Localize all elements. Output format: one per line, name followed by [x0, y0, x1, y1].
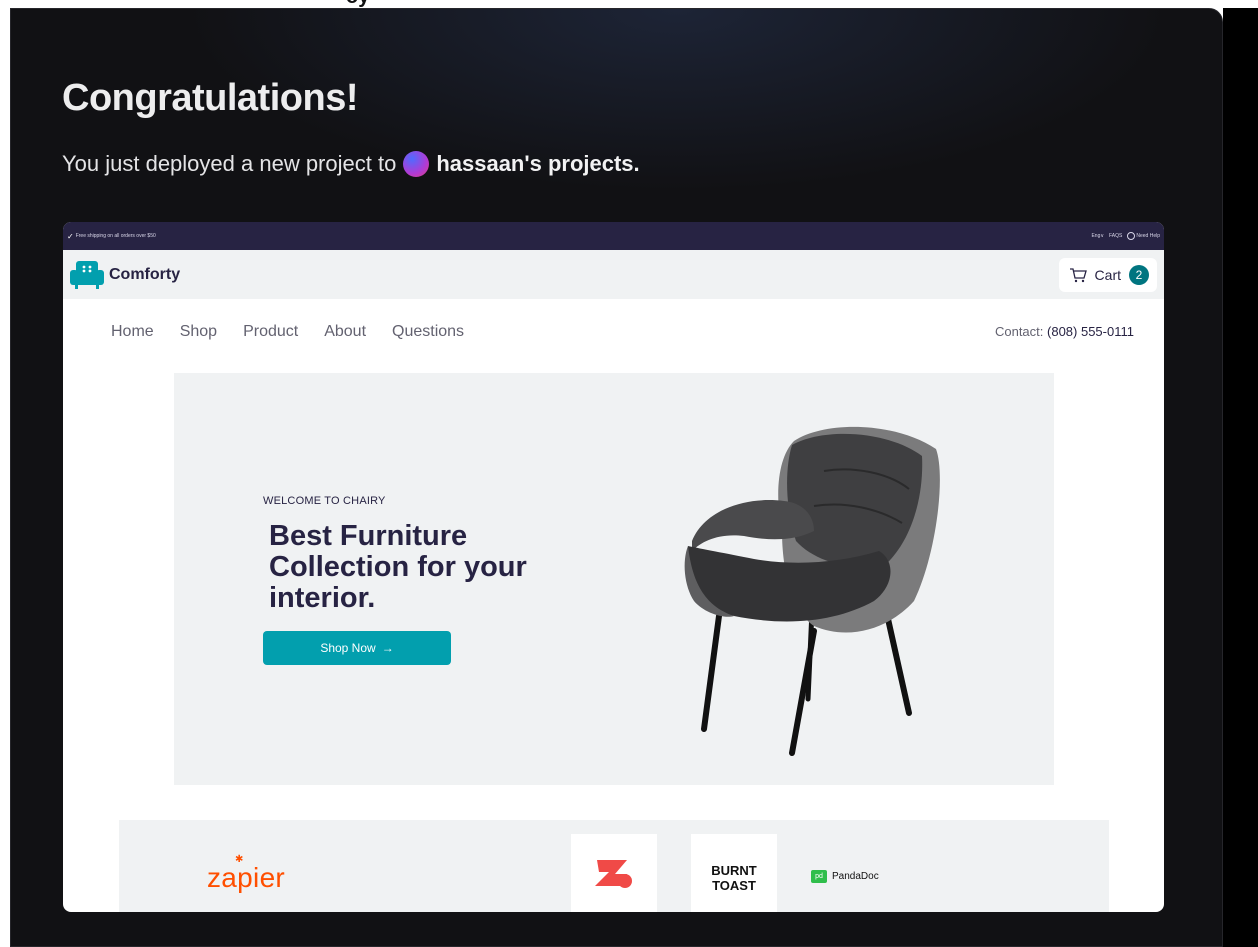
cart-count-badge: 2: [1129, 264, 1149, 285]
arrow-right-icon: →: [381, 641, 394, 655]
red-brand-logo-tile: [571, 834, 657, 912]
burnt-toast-line2: TOAST: [712, 878, 756, 893]
nav-item-about[interactable]: About: [324, 323, 366, 341]
burnt-toast-logo-tile: BURNT TOAST: [691, 834, 777, 912]
contact-info: Contact: (808) 555-0111: [995, 324, 1134, 339]
brand-logos-strip: ✱ zapier BURNT TOAST pd PandaDoc: [119, 820, 1109, 912]
hero-kicker: WELCOME TO CHAIRY: [263, 495, 386, 507]
site-preview[interactable]: ✓ Free shipping on all orders over $50 E…: [63, 222, 1164, 912]
language-select[interactable]: Eng∨: [1091, 233, 1104, 239]
help-link[interactable]: Need Help: [1127, 232, 1160, 240]
promo-text: Free shipping on all orders over $50: [75, 233, 156, 239]
subtitle-text: You just deployed a new project to: [62, 151, 397, 176]
promo-bar: ✓ Free shipping on all orders over $50 E…: [63, 222, 1164, 250]
nav-item-home[interactable]: Home: [111, 323, 154, 341]
team-name[interactable]: hassaan's projects.: [436, 151, 639, 177]
brand-name: Comforty: [109, 265, 181, 283]
deploy-subtitle: You just deployed a new project to hassa…: [62, 151, 640, 177]
nav-item-questions[interactable]: Questions: [392, 323, 464, 341]
page-title: Congratulations!: [62, 77, 358, 119]
contact-phone[interactable]: (808) 555-0111: [1047, 324, 1134, 339]
cart-icon: [1069, 267, 1087, 282]
nav-item-shop[interactable]: Shop: [180, 323, 217, 341]
zapier-logo: ✱ zapier: [207, 854, 286, 894]
shop-now-label: Shop Now: [320, 641, 376, 655]
faqs-link[interactable]: FAQS: [1109, 233, 1122, 239]
site-header: Comforty Cart 2: [63, 250, 1164, 299]
contact-label: Contact:: [994, 324, 1044, 339]
checkmark-icon: ✓: [67, 231, 74, 241]
pandadoc-icon: pd: [811, 870, 827, 883]
help-label: Need Help: [1136, 233, 1160, 239]
armchair-logo-icon: [70, 260, 104, 289]
right-edge-panel: [1223, 8, 1258, 947]
clipped-heading-fragment: oy: [346, 0, 369, 8]
cart-button[interactable]: Cart 2: [1058, 257, 1157, 292]
team-avatar: [403, 151, 430, 177]
cart-label: Cart: [1094, 266, 1121, 283]
main-nav: Home Shop Product About Questions Contac…: [63, 299, 1164, 364]
pandadoc-logo: pd PandaDoc: [811, 870, 879, 883]
site-logo[interactable]: Comforty: [69, 260, 180, 290]
nav-item-product[interactable]: Product: [243, 323, 298, 341]
hero-banner: WELCOME TO CHAIRY Best Furniture Collect…: [174, 373, 1054, 785]
chair-image: [684, 426, 940, 756]
deploy-success-card: Congratulations! You just deployed a new…: [10, 8, 1223, 947]
pandadoc-wordmark: PandaDoc: [832, 871, 879, 882]
zapier-asterisk-icon: ✱: [235, 854, 244, 865]
red-z-logo-icon: [595, 860, 632, 888]
zapier-wordmark: zapier: [207, 862, 286, 893]
top-strip: oy: [0, 0, 1258, 8]
hero-title: Best Furniture Collection for your inter…: [269, 520, 527, 614]
help-circle-icon: [1127, 232, 1136, 240]
shop-now-button[interactable]: Shop Now →: [263, 631, 451, 665]
burnt-toast-line1: BURNT: [711, 863, 757, 878]
